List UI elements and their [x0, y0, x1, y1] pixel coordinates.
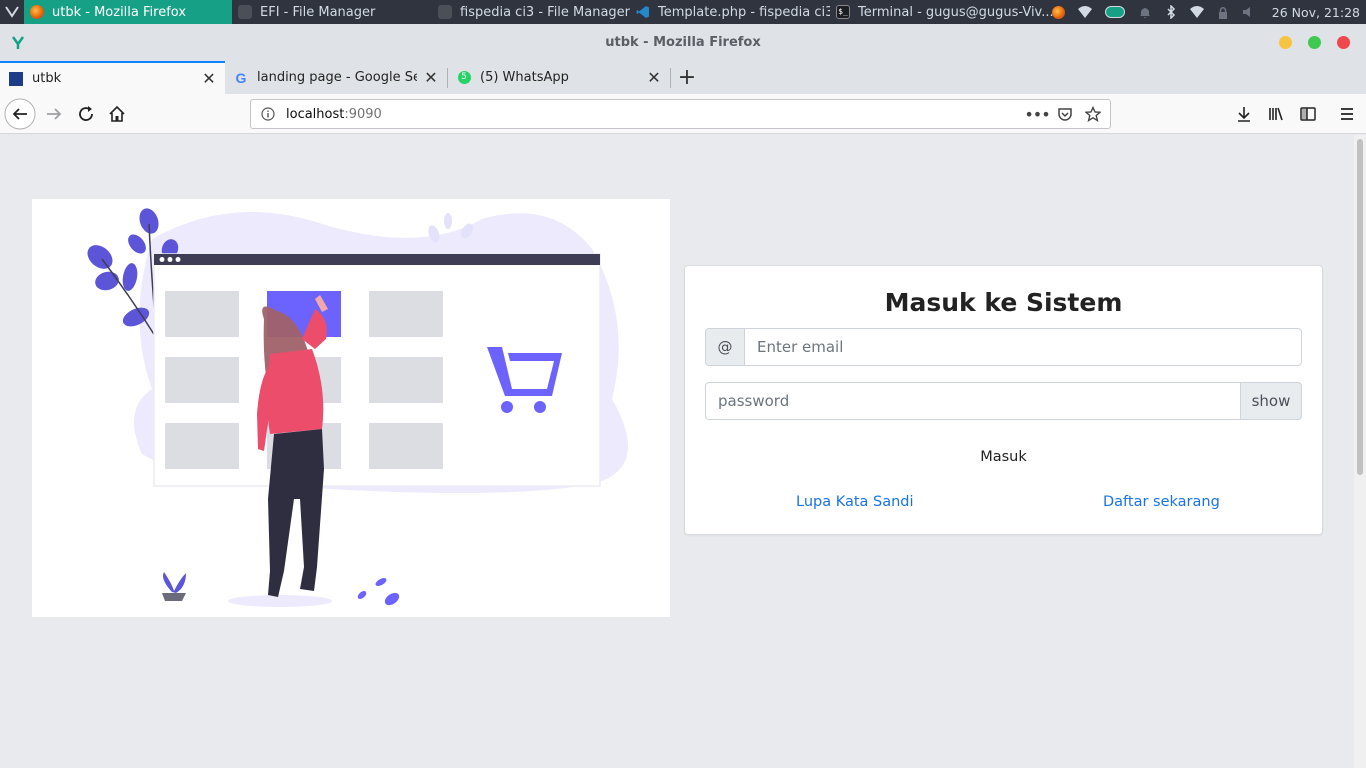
- bell-icon[interactable]: [1138, 5, 1152, 19]
- window-controls: [1279, 36, 1350, 49]
- close-window-button[interactable]: [1337, 36, 1350, 49]
- taskbar-task-label: Template.php - fispedia ci3 - ...: [658, 4, 830, 20]
- back-button[interactable]: [4, 98, 36, 130]
- folder-icon: [438, 5, 452, 19]
- taskbar-task-file-manager-efi[interactable]: EFI - File Manager: [232, 0, 432, 24]
- scrollbar-thumb[interactable]: [1357, 139, 1363, 475]
- pocket-icon[interactable]: [1054, 103, 1076, 125]
- bookmark-star-icon[interactable]: [1082, 103, 1104, 125]
- xfce-logo-icon: [10, 34, 26, 54]
- tab-utbk[interactable]: utbk ✕: [0, 61, 225, 94]
- taskbar-task-label: EFI - File Manager: [260, 4, 376, 20]
- battery-toggle-icon[interactable]: [1104, 5, 1126, 19]
- folder-icon: [238, 5, 252, 19]
- volume-icon[interactable]: [1242, 5, 1256, 19]
- register-link[interactable]: Daftar sekarang: [1103, 494, 1220, 510]
- taskbar-task-label: fispedia ci3 - File Manager: [460, 4, 630, 20]
- close-tab-icon[interactable]: ✕: [423, 68, 439, 87]
- url-bar[interactable]: localhost:9090 •••: [250, 99, 1111, 129]
- login-card: Masuk ke Sistem @ show Masuk Lupa Kata S…: [684, 265, 1323, 535]
- tab-label: utbk: [32, 71, 62, 86]
- url-port: :9090: [344, 106, 382, 122]
- login-title: Masuk ke Sistem: [884, 288, 1123, 317]
- info-icon[interactable]: [260, 106, 276, 122]
- forward-button[interactable]: [38, 98, 70, 130]
- system-taskbar: utbk - Mozilla Firefox EFI - File Manage…: [0, 0, 1366, 24]
- online-shopping-illustration: [32, 199, 670, 617]
- maximize-button[interactable]: [1308, 36, 1321, 49]
- email-input-group: @: [705, 328, 1302, 366]
- tab-strip: utbk ✕ G landing page - Google Search ✕ …: [0, 61, 1366, 94]
- forgot-password-link[interactable]: Lupa Kata Sandi: [796, 494, 914, 510]
- tab-google-search[interactable]: G landing page - Google Search ✕: [225, 61, 447, 94]
- page-actions-icon[interactable]: •••: [1024, 103, 1050, 125]
- network-icon[interactable]: [1189, 5, 1204, 19]
- downloads-button[interactable]: [1228, 98, 1260, 130]
- firefox-tray-icon[interactable]: [1052, 5, 1066, 19]
- tab-label: (5) WhatsApp: [480, 70, 569, 85]
- taskbar-task-label: utbk - Mozilla Firefox: [52, 4, 187, 20]
- url-actions: •••: [1024, 103, 1104, 125]
- wifi-icon[interactable]: [1077, 5, 1092, 19]
- window-titlebar: utbk - Mozilla Firefox: [0, 24, 1366, 61]
- show-password-button[interactable]: show: [1241, 382, 1302, 420]
- firefox-icon: [30, 5, 44, 19]
- home-button[interactable]: [101, 98, 133, 130]
- password-input-group: show: [705, 382, 1302, 420]
- nav-toolbar: localhost:9090 •••: [0, 94, 1366, 134]
- minimize-button[interactable]: [1279, 36, 1292, 49]
- taskbar-task-label: Terminal - gugus@gugus-Viv...: [858, 4, 1054, 20]
- reload-button[interactable]: [70, 98, 102, 130]
- url-host: localhost: [286, 106, 345, 122]
- window-title: utbk - Mozilla Firefox: [605, 35, 761, 50]
- password-input[interactable]: [705, 382, 1241, 420]
- system-tray: 26 Nov, 21:28: [1046, 0, 1366, 24]
- taskbar-task-terminal[interactable]: $_ Terminal - gugus@gugus-Viv...: [830, 0, 1064, 24]
- taskbar-task-firefox[interactable]: utbk - Mozilla Firefox: [24, 0, 232, 24]
- email-addon: @: [705, 328, 744, 366]
- terminal-icon: $_: [836, 5, 850, 19]
- clock[interactable]: 26 Nov, 21:28: [1272, 5, 1360, 20]
- close-tab-icon[interactable]: ✕: [201, 69, 217, 88]
- tab-whatsapp[interactable]: 5 (5) WhatsApp ✕: [448, 61, 670, 94]
- tab-label: landing page - Google Search: [257, 70, 417, 85]
- hamburger-menu-icon[interactable]: [1331, 98, 1363, 130]
- close-tab-icon[interactable]: ✕: [646, 68, 662, 87]
- utbk-favicon-icon: [8, 71, 24, 87]
- sidebar-button[interactable]: [1292, 98, 1324, 130]
- bluetooth-icon[interactable]: [1164, 5, 1178, 19]
- login-submit-button[interactable]: Masuk: [705, 438, 1302, 476]
- lock-icon[interactable]: [1216, 5, 1230, 19]
- whatsapp-icon: 5: [456, 70, 472, 86]
- google-icon: G: [235, 69, 247, 86]
- page-scrollbar[interactable]: [1354, 135, 1366, 768]
- new-tab-button[interactable]: +: [671, 61, 703, 94]
- taskbar-task-vscode[interactable]: Template.php - fispedia ci3 - ...: [630, 0, 830, 24]
- vscode-icon: [636, 5, 650, 19]
- app-menu-icon[interactable]: [0, 0, 24, 24]
- page-viewport: Masuk ke Sistem @ show Masuk Lupa Kata S…: [0, 135, 1366, 768]
- email-input[interactable]: [744, 328, 1302, 366]
- library-button[interactable]: [1260, 98, 1292, 130]
- taskbar-task-file-manager-fispedia[interactable]: fispedia ci3 - File Manager: [432, 0, 630, 24]
